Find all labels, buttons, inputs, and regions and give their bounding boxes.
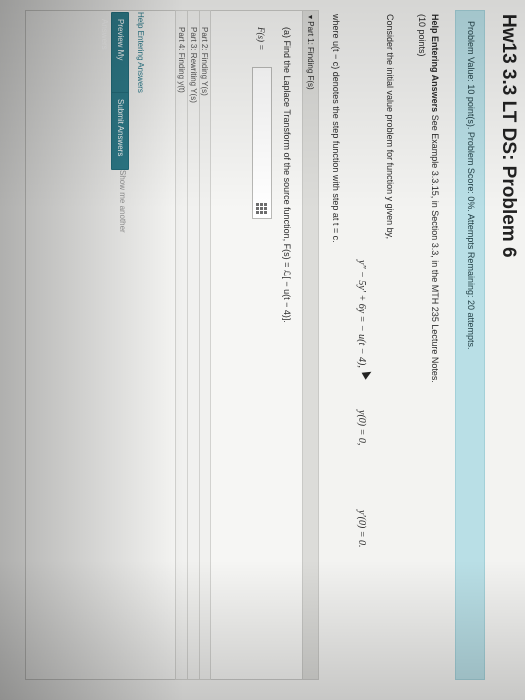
page-title: Hw13 3.3 LT DS: Problem 6 xyxy=(498,14,519,258)
part-1-title: Part 1: Finding F(s) xyxy=(306,21,315,90)
part-1-header[interactable]: ▾ Part 1: Finding F(s) xyxy=(302,11,318,679)
points-text: (10 points) xyxy=(417,14,427,57)
step-function-note: where u(t − c) denotes the step function… xyxy=(331,14,341,243)
help-text: See Example 3.3.15, in Section 3.3, in t… xyxy=(430,114,440,383)
help-label: Help Entering Answers xyxy=(430,14,440,113)
equation-text: y″ − 5y′ + 6y = − u(t − 4), xyxy=(356,260,367,368)
part-1-panel: ▾ Part 1: Finding F(s) (a) Find the Lapl… xyxy=(25,10,319,680)
screen-photo: Hw13 3.3 LT DS: Problem 6 Problem Value:… xyxy=(0,0,525,700)
show-another-button[interactable]: Show me another xyxy=(118,170,127,233)
banner-text: Problem Value: 10 point(s). Problem Scor… xyxy=(466,21,476,350)
help-section: Help Entering Answers See Example 3.3.15… xyxy=(415,14,441,654)
answer-label: F(s) = xyxy=(256,27,266,51)
submit-answers-button[interactable]: Submit Answers xyxy=(111,92,129,170)
equation-editor-icon[interactable] xyxy=(255,201,269,215)
part-2-header[interactable]: Part 2: Finding Y(s) xyxy=(199,10,211,680)
problem-value-banner: Problem Value: 10 point(s). Problem Scor… xyxy=(455,10,485,680)
preview-answers-button[interactable]: Preview My Answers xyxy=(100,12,129,96)
initial-condition-2: y′(0) = 0. xyxy=(356,510,367,548)
part-4-header[interactable]: Part 4: Finding y(t) xyxy=(175,10,187,680)
differential-equation: y″ − 5y′ + 6y = − u(t − 4), xyxy=(356,260,367,382)
webwork-page: Hw13 3.3 LT DS: Problem 6 Problem Value:… xyxy=(0,0,525,700)
problem-intro: Consider the initial value problem for f… xyxy=(385,14,395,239)
initial-condition-1: y(0) = 0, xyxy=(356,410,367,446)
help-entering-answers-link[interactable]: Help Entering Answers xyxy=(136,12,145,93)
part-3-header[interactable]: Part 3: Rewriting Y(s) xyxy=(187,10,199,680)
part-1-question: (a) Find the Laplace Transform of the so… xyxy=(282,27,292,323)
answer-input-fs[interactable] xyxy=(252,67,272,219)
